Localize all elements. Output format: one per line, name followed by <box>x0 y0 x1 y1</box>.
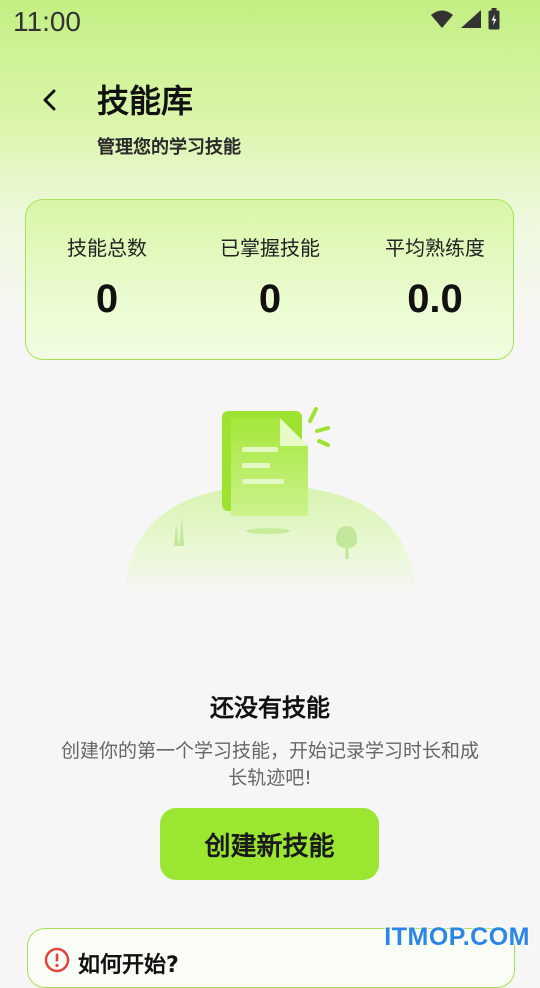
stat-label: 平均熟练度 <box>385 236 485 260</box>
stat-total-skills: 技能总数 0 <box>27 232 187 322</box>
back-button[interactable] <box>30 80 70 120</box>
stat-average-proficiency: 平均熟练度 0.0 <box>355 232 515 322</box>
sparkle-icon <box>308 407 330 447</box>
status-icons <box>430 8 500 30</box>
help-title: 如何开始? <box>78 953 179 978</box>
stat-value: 0.0 <box>407 277 463 321</box>
battery-icon <box>488 8 500 30</box>
back-arrow-icon <box>43 89 56 111</box>
wifi-icon <box>431 10 453 28</box>
document-icon <box>222 411 308 516</box>
watermark: ITMOP.COM <box>384 923 530 951</box>
empty-state-description: 创建你的第一个学习技能，开始记录学习时长和成长轨迹吧! <box>60 740 479 789</box>
empty-state-title: 还没有技能 <box>210 694 330 722</box>
stat-value: 0 <box>258 277 282 321</box>
status-bar: 11:00 <box>0 0 540 46</box>
page-subtitle: 管理您的学习技能 <box>97 137 241 158</box>
stat-label: 技能总数 <box>67 236 147 260</box>
signal-icon <box>461 10 481 28</box>
stat-mastered-skills: 已掌握技能 0 <box>190 232 350 322</box>
create-skill-button[interactable]: 创建新技能 <box>160 808 379 880</box>
stat-value: 0 <box>95 277 119 321</box>
alert-icon <box>44 947 70 973</box>
stat-label: 已掌握技能 <box>220 236 320 260</box>
empty-illustration <box>124 407 416 595</box>
page-title: 技能库 <box>97 82 194 120</box>
stats-card: 技能总数 0 已掌握技能 0 平均熟练度 0.0 <box>25 199 514 360</box>
status-time: 11:00 <box>13 6 81 37</box>
